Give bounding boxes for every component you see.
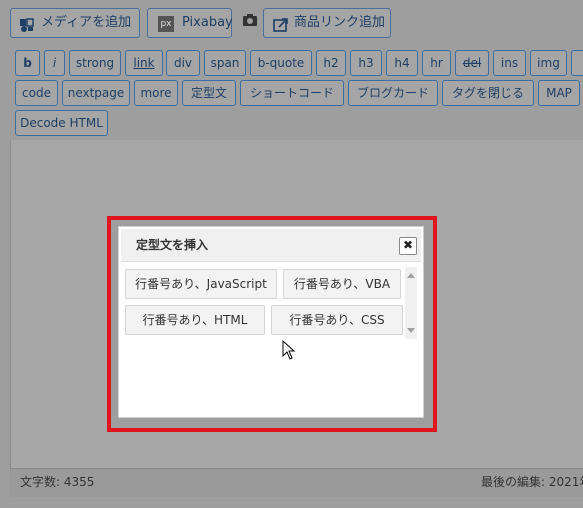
mouse-cursor-icon xyxy=(282,339,296,360)
qt-close-tags-button[interactable]: タグを閉じる xyxy=(442,80,534,106)
qt-div-button[interactable]: div xyxy=(166,50,200,76)
qt-blogcard-button[interactable]: ブログカード xyxy=(348,80,438,106)
qt-code-button[interactable]: code xyxy=(15,80,58,106)
status-bar: 文字数: 4355 最後の編集: 2021年 xyxy=(10,468,583,497)
qt-h2-button[interactable]: h2 xyxy=(316,50,346,76)
pixabay-button[interactable]: px Pixabay xyxy=(147,8,233,38)
qt-more-button[interactable]: more xyxy=(134,80,178,106)
snippet-item-vba[interactable]: 行番号あり、VBA xyxy=(283,269,401,299)
scroll-down-icon[interactable] xyxy=(407,328,415,333)
qt-decode-html-button[interactable]: Decode HTML xyxy=(15,110,108,136)
qt-hr-button[interactable]: hr xyxy=(422,50,451,76)
snippet-item-javascript[interactable]: 行番号あり、JavaScript xyxy=(125,269,277,299)
qt-bquote-button[interactable]: b-quote xyxy=(250,50,312,76)
qt-strong-button[interactable]: strong xyxy=(69,50,121,76)
last-edited: 最後の編集: 2021年 xyxy=(481,475,583,489)
pixabay-icon: px xyxy=(158,16,174,32)
scroll-up-icon[interactable] xyxy=(407,273,415,278)
qt-h4-button[interactable]: h4 xyxy=(386,50,418,76)
qt-map-button[interactable]: MAP xyxy=(538,80,580,106)
product-link-label: 商品リンク追加 xyxy=(294,15,386,30)
qt-overflow-button[interactable] xyxy=(571,50,583,76)
camera-icon[interactable] xyxy=(242,12,258,28)
snippet-item-html[interactable]: 行番号あり、HTML xyxy=(125,305,265,335)
link-add-icon xyxy=(273,16,289,32)
media-icon xyxy=(19,16,35,32)
word-count: 文字数: 4355 xyxy=(20,475,95,489)
qt-link-button[interactable]: link xyxy=(125,50,163,76)
product-link-button[interactable]: 商品リンク追加 xyxy=(263,8,391,38)
qt-h3-button[interactable]: h3 xyxy=(350,50,382,76)
qt-img-button[interactable]: img xyxy=(530,50,567,76)
qt-snippet-button[interactable]: 定型文 xyxy=(182,80,236,106)
close-icon[interactable]: ✖ xyxy=(399,237,417,255)
qt-ins-button[interactable]: ins xyxy=(493,50,526,76)
qt-i-button[interactable]: i xyxy=(44,50,65,76)
snippet-scrollbar[interactable] xyxy=(405,267,417,339)
qt-nextpage-button[interactable]: nextpage xyxy=(62,80,130,106)
dialog-header: 定型文を挿入 ✖ xyxy=(121,229,421,262)
dialog-title: 定型文を挿入 xyxy=(136,238,209,252)
qt-del-button[interactable]: del xyxy=(455,50,489,76)
add-media-label: メディアを追加 xyxy=(41,15,132,30)
qt-span-button[interactable]: span xyxy=(204,50,246,76)
pixabay-label: Pixabay xyxy=(182,15,233,30)
qt-b-button[interactable]: b xyxy=(15,50,40,76)
snippet-item-css[interactable]: 行番号あり、CSS xyxy=(271,305,403,335)
add-media-button[interactable]: メディアを追加 xyxy=(10,8,140,38)
snippet-dialog: 定型文を挿入 ✖ 行番号あり、JavaScript 行番号あり、VBA 行番号あ… xyxy=(118,226,424,418)
qt-shortcode-button[interactable]: ショートコード xyxy=(240,80,344,106)
